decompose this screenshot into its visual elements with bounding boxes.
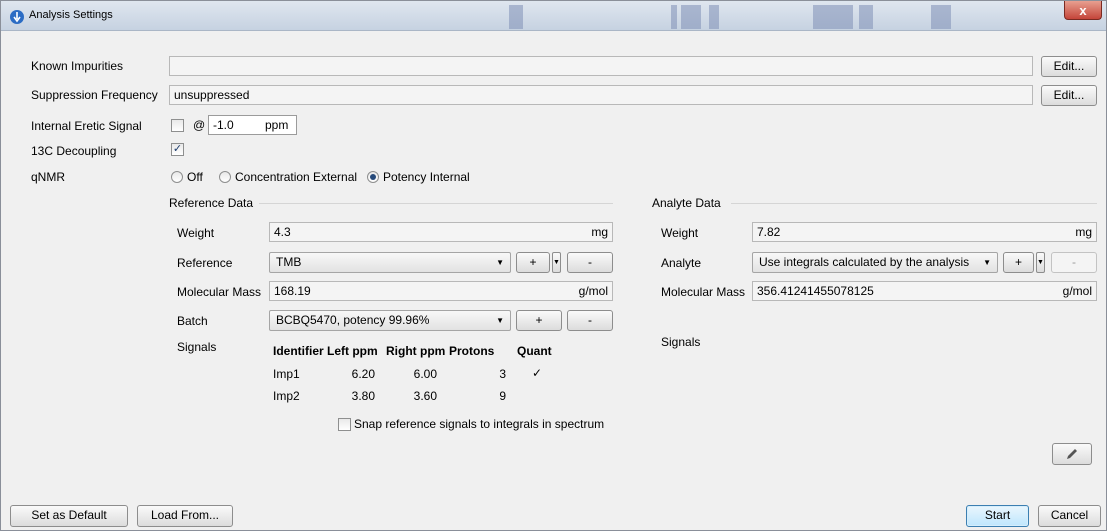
analyte-weight-field[interactable]: 7.82 mg	[752, 222, 1097, 242]
analyte-weight-unit: mg	[1075, 225, 1092, 239]
cell-protons: 9	[499, 389, 506, 403]
analyte-label: Analyte	[661, 256, 702, 270]
qnmr-concentration-external-radio[interactable]	[219, 171, 231, 183]
known-impurities-label: Known Impurities	[31, 59, 124, 73]
title-decoration	[931, 5, 951, 29]
known-impurities-field[interactable]	[169, 56, 1033, 76]
load-from-button[interactable]: Load From...	[137, 505, 233, 527]
title-decoration	[671, 5, 677, 29]
batch-add-button[interactable]: +	[516, 310, 562, 331]
column-header: Left ppm	[327, 344, 378, 358]
suppression-frequency-edit-button[interactable]: Edit...	[1041, 85, 1097, 106]
decoupling-checkbox[interactable]: ✓	[171, 143, 184, 156]
reference-weight-unit: mg	[591, 225, 608, 239]
ppm-unit: ppm	[265, 118, 289, 132]
eretic-ppm-input[interactable]: -1.0 ppm	[208, 115, 297, 135]
batch-remove-button[interactable]: -	[567, 310, 613, 331]
title-decoration	[859, 5, 873, 29]
column-header: Right ppm	[386, 344, 446, 358]
cell-identifier: Imp1	[273, 367, 300, 381]
internal-eretic-checkbox[interactable]	[171, 119, 184, 132]
eretic-ppm-value: -1.0	[213, 118, 234, 132]
qnmr-concentration-external-label: Concentration External	[235, 170, 358, 184]
reference-select[interactable]: TMB ▼	[269, 252, 511, 273]
batch-select-value: BCBQ5470, potency 99.96%	[276, 313, 430, 327]
cancel-button[interactable]: Cancel	[1038, 505, 1101, 527]
reference-molecular-mass-value: 168.19	[274, 284, 311, 298]
chevron-down-icon: ▼	[496, 258, 504, 267]
chevron-down-icon: ▼	[983, 258, 991, 267]
analyte-molecular-mass-label: Molecular Mass	[661, 285, 746, 299]
analyte-add-button[interactable]: +	[1003, 252, 1034, 273]
analyte-data-heading: Analyte Data	[652, 196, 721, 210]
cell-quant: ✓	[532, 366, 543, 380]
analyte-select[interactable]: Use integrals calculated by the analysis…	[752, 252, 998, 273]
analyte-signals-label: Signals	[661, 335, 701, 349]
at-symbol: @	[193, 118, 206, 132]
batch-label: Batch	[177, 314, 208, 328]
pencil-icon	[1067, 449, 1077, 459]
reference-label: Reference	[177, 256, 233, 270]
column-header: Protons	[449, 344, 495, 358]
analyte-weight-label: Weight	[661, 226, 699, 240]
reference-weight-label: Weight	[177, 226, 215, 240]
cell-left-ppm: 3.80	[351, 389, 375, 403]
qnmr-potency-internal-radio[interactable]	[367, 171, 379, 183]
title-decoration	[813, 5, 853, 29]
reference-weight-value: 4.3	[274, 225, 291, 239]
known-impurities-edit-button[interactable]: Edit...	[1041, 56, 1097, 77]
analyte-molecular-mass-value: 356.41241455078125	[757, 284, 874, 298]
chevron-down-icon: ▼	[496, 316, 504, 325]
reference-add-button[interactable]: +	[516, 252, 550, 273]
cell-right-ppm: 6.00	[413, 367, 437, 381]
title-decoration	[681, 5, 701, 29]
column-header: Identifier	[273, 344, 324, 358]
qnmr-off-radio[interactable]	[171, 171, 183, 183]
internal-eretic-label: Internal Eretic Signal	[31, 119, 142, 133]
suppression-frequency-field[interactable]: unsuppressed	[169, 85, 1033, 105]
qnmr-label: qNMR	[31, 170, 66, 184]
qnmr-off-label: Off	[187, 170, 203, 184]
app-icon	[10, 10, 24, 24]
cell-identifier: Imp2	[273, 389, 300, 403]
edit-signals-button[interactable]	[1052, 443, 1092, 465]
reference-signals-label: Signals	[177, 340, 217, 354]
analyte-molecular-mass-unit: g/mol	[1062, 284, 1092, 298]
reference-remove-button[interactable]: -	[567, 252, 613, 273]
reference-molecular-mass-unit: g/mol	[578, 284, 608, 298]
reference-molecular-mass-field[interactable]: 168.19 g/mol	[269, 281, 613, 301]
cell-left-ppm: 6.20	[351, 367, 375, 381]
set-as-default-button[interactable]: Set as Default	[10, 505, 128, 527]
qnmr-potency-internal-label: Potency Internal	[383, 170, 470, 184]
batch-select[interactable]: BCBQ5470, potency 99.96% ▼	[269, 310, 511, 331]
analyte-select-value: Use integrals calculated by the analysis	[759, 255, 970, 269]
cell-right-ppm: 3.60	[413, 389, 437, 403]
decoupling-label: 13C Decoupling	[31, 144, 117, 158]
analyte-add-menu-button[interactable]: ▼	[1036, 252, 1045, 273]
reference-select-value: TMB	[276, 255, 302, 269]
analyte-remove-button[interactable]: -	[1051, 252, 1097, 273]
reference-group-divider	[259, 203, 613, 204]
cell-protons: 3	[499, 367, 506, 381]
analysis-settings-window: Analysis Settings x Known Impurities Edi…	[0, 0, 1107, 531]
suppression-frequency-label: Suppression Frequency	[31, 88, 158, 102]
reference-molecular-mass-label: Molecular Mass	[177, 285, 262, 299]
title-decoration	[709, 5, 719, 29]
title-decoration	[509, 5, 523, 29]
title-bar: Analysis Settings x	[1, 1, 1106, 31]
snap-signals-checkbox[interactable]	[338, 418, 351, 431]
close-button[interactable]: x	[1064, 1, 1102, 20]
analyte-molecular-mass-field[interactable]: 356.41241455078125 g/mol	[752, 281, 1097, 301]
close-icon: x	[1079, 2, 1087, 18]
reference-add-menu-button[interactable]: ▼	[552, 252, 561, 273]
analyte-weight-value: 7.82	[757, 225, 781, 239]
window-title: Analysis Settings	[29, 9, 113, 21]
snap-signals-label: Snap reference signals to integrals in s…	[354, 417, 605, 431]
column-header: Quant	[517, 344, 552, 358]
reference-weight-field[interactable]: 4.3 mg	[269, 222, 613, 242]
analyte-group-divider	[731, 203, 1097, 204]
reference-data-heading: Reference Data	[169, 196, 254, 210]
start-button[interactable]: Start	[966, 505, 1029, 527]
